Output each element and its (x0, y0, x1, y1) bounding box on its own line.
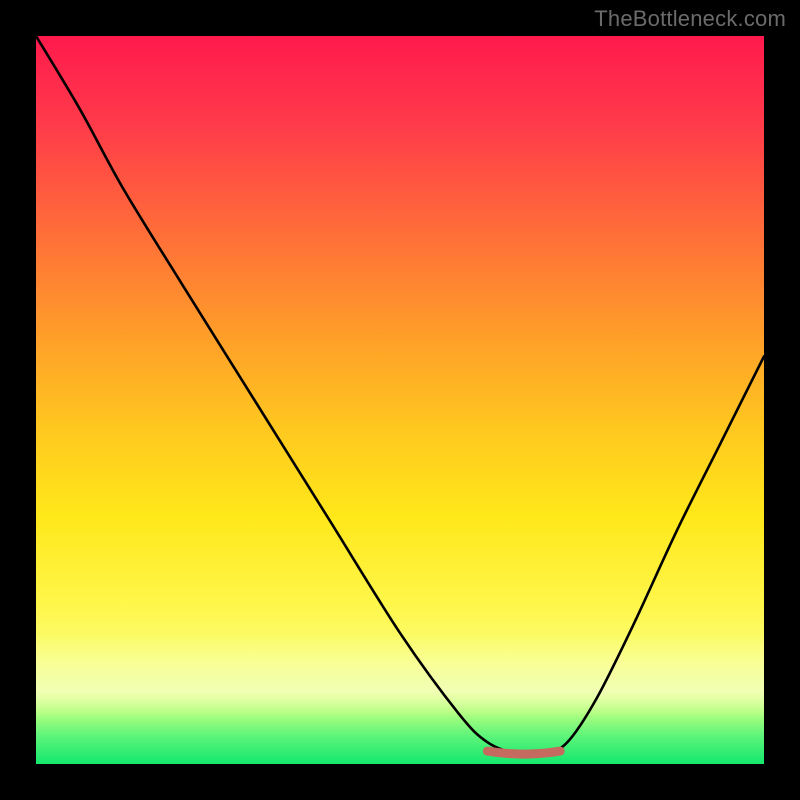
chart-frame: TheBottleneck.com (0, 0, 800, 800)
curve-svg (36, 36, 764, 764)
flat-segment-marker (487, 751, 560, 754)
plot-area (36, 36, 764, 764)
bottleneck-curve-path (36, 36, 764, 754)
watermark-text: TheBottleneck.com (594, 6, 786, 32)
